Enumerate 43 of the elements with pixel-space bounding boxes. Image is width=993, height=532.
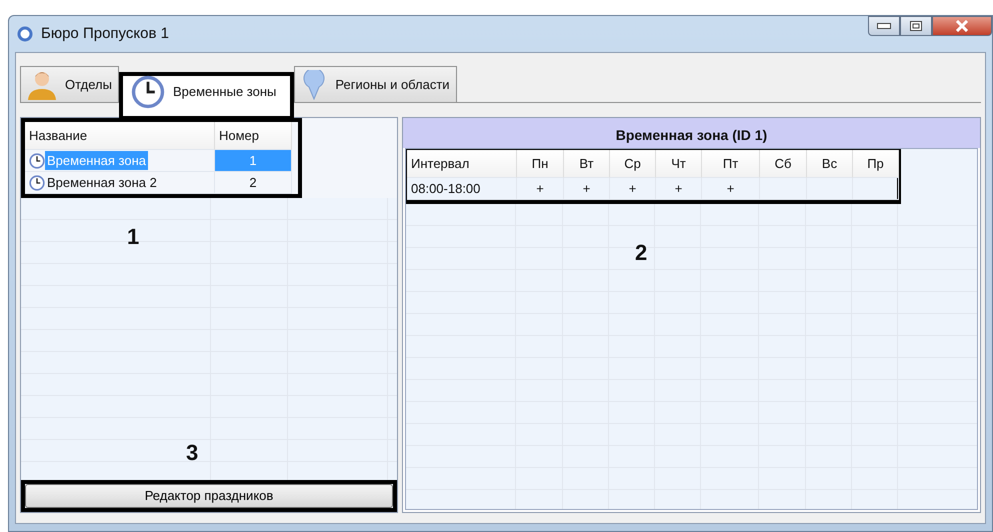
column-header[interactable]: Сб [760,150,807,178]
maximize-button[interactable] [900,16,932,36]
minimize-icon [877,23,891,29]
maximize-icon [910,21,922,31]
column-header[interactable]: Вс [807,150,853,178]
close-icon [955,20,969,32]
table-cell: 08:00-18:00 [407,178,517,200]
column-header[interactable]: Пр [853,150,899,178]
column-header[interactable]: Название [25,122,215,150]
column-header[interactable]: Вт [564,150,610,178]
clock-icon [29,152,45,168]
table-cell: + [702,178,760,200]
map-pin-icon [301,70,328,100]
callout-number: 1 [127,223,140,251]
minimize-button[interactable] [868,16,900,36]
table-cell: + [564,178,610,200]
clock-icon [29,174,45,190]
table-cell: + [610,178,656,200]
close-button[interactable] [932,16,992,36]
tab[interactable]: Отделы [20,66,119,102]
app-icon [17,26,33,42]
holiday-editor-button[interactable]: Редактор праздников [25,484,393,508]
panel-title: Временная зона (ID 1) [403,118,980,148]
tab[interactable]: Регионы и области [294,66,457,102]
window-title: Бюро Пропусков 1 [41,24,169,44]
table-cell: 1 [215,150,292,172]
tab[interactable]: Временные зоны [118,72,294,120]
column-header[interactable]: Чт [656,150,702,178]
callout-number: 3 [186,439,198,467]
empty-table-cell [853,178,899,200]
column-header[interactable]: Ср [610,150,656,178]
table-cell: + [656,178,702,200]
empty-table-cell [807,178,853,200]
column-header[interactable]: Пн [517,150,564,178]
table-cell: 2 [215,172,292,194]
list-item[interactable]: Временная зона 2 [45,172,159,192]
table-cell: + [517,178,564,200]
empty-table-cell [760,178,807,200]
column-header[interactable]: Пт [702,150,760,178]
column-header[interactable]: Номер [215,122,292,150]
clock-icon [130,75,165,109]
callout-number: 2 [635,239,648,267]
column-header[interactable]: Интервал [407,150,517,178]
